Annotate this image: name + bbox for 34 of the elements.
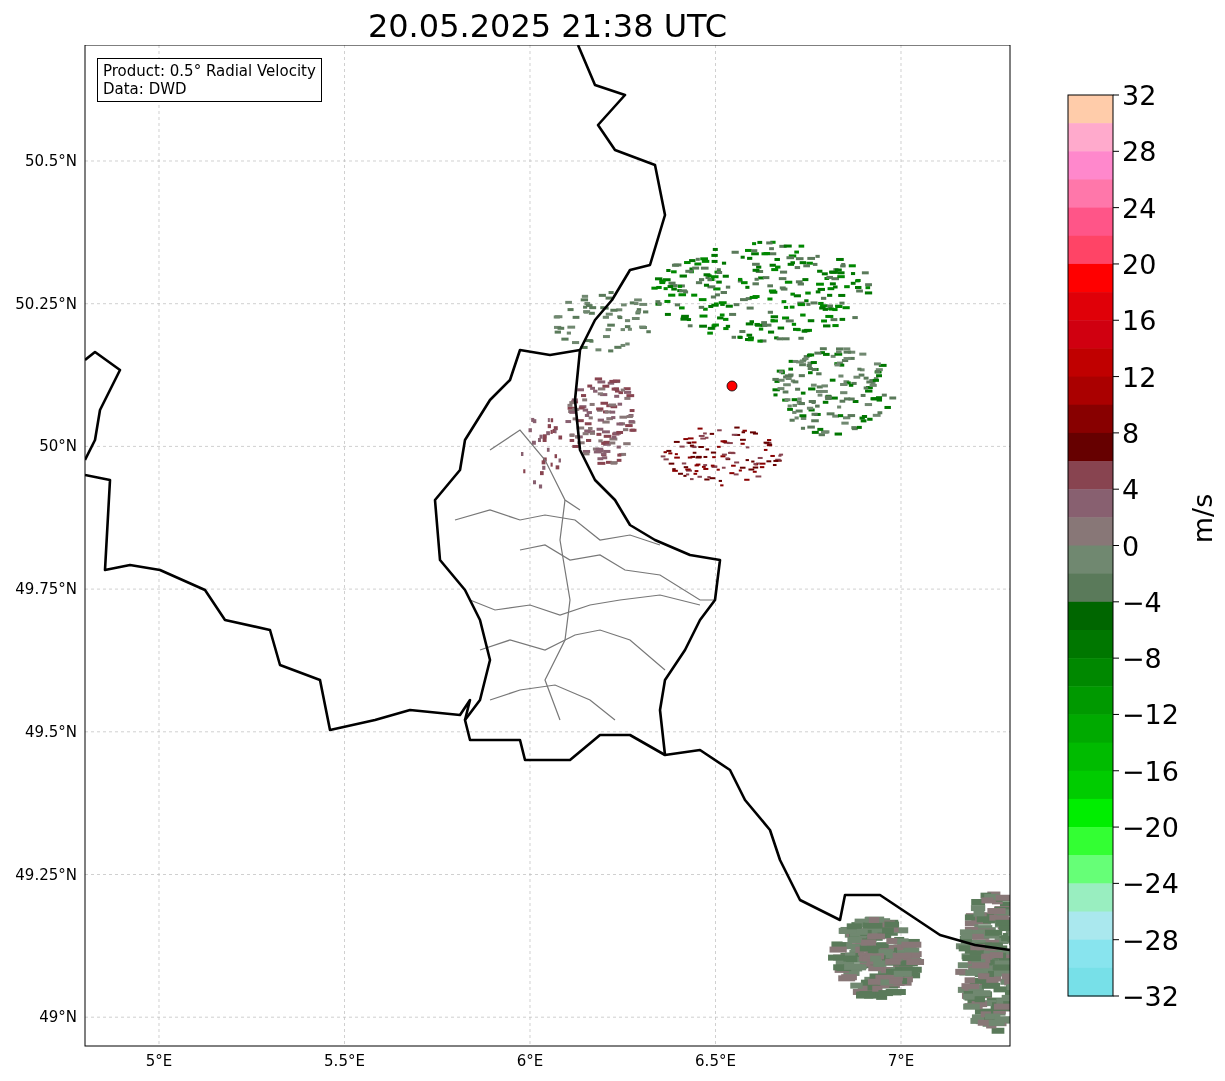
colorbar-tick-label: −20 (1122, 812, 1179, 844)
colorbar-tick-label: −4 (1122, 586, 1162, 618)
colorbar-tick-label: −24 (1122, 868, 1179, 900)
radar-site-marker (726, 380, 738, 392)
colorbar-tick-label: 16 (1122, 305, 1157, 337)
longitude-label: 7°E (887, 1052, 915, 1070)
colorbar-tick-label: 0 (1122, 530, 1140, 562)
latitude-label: 49.75°N (15, 580, 77, 599)
colorbar-tick-label: 32 (1122, 80, 1157, 111)
latitude-label: 50°N (39, 437, 77, 456)
colorbar-tick-label: 8 (1122, 417, 1140, 449)
colorbar-unit-label: m/s (1187, 493, 1218, 543)
latitude-label: 49°N (39, 1008, 77, 1027)
latitude-label: 50.5°N (24, 152, 77, 170)
colorbar-tick-label: −32 (1122, 981, 1179, 1012)
colorbar-tick-label: −8 (1122, 643, 1162, 675)
longitude-label: 5°E (145, 1052, 173, 1070)
colorbar-tick-label: 4 (1122, 474, 1140, 506)
colorbar-tick-label: 24 (1122, 192, 1157, 224)
chart-title: 20.05.2025 21:38 UTC (367, 7, 728, 45)
longitude-label: 5.5°E (324, 1052, 365, 1070)
longitude-label: 6.5°E (695, 1052, 736, 1070)
colorbar-tick-label: −12 (1122, 699, 1179, 731)
colorbar-tick-label: −16 (1122, 755, 1179, 787)
colorbar-tick-label: 20 (1122, 248, 1157, 280)
info-text: Data: DWD (103, 80, 188, 98)
longitude-label: 6°E (516, 1052, 544, 1070)
colorbar-tick-label: 12 (1122, 361, 1157, 393)
latitude-label: 49.5°N (24, 722, 77, 741)
colorbar-tick-label: −28 (1122, 924, 1179, 956)
latitude-label: 50.25°N (15, 294, 77, 313)
latitude-label: 49.25°N (15, 865, 77, 884)
colorbar-tick-label: 28 (1122, 136, 1157, 168)
info-text: Product: 0.5° Radial Velocity (103, 62, 316, 80)
